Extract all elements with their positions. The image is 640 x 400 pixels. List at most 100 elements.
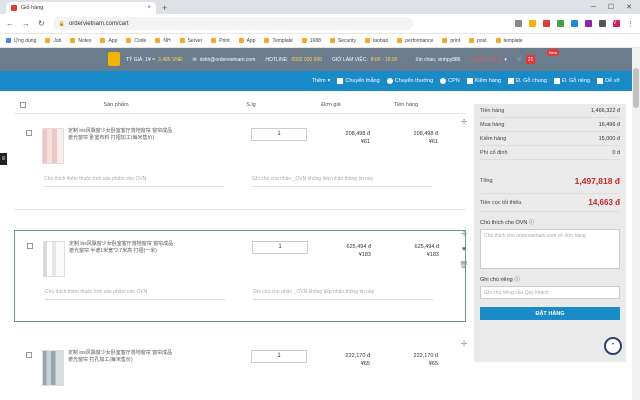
browser-tab-bar: Giỏ hàng × + ─ ☐ ✕ xyxy=(0,0,640,14)
bookmark-item[interactable]: Job xyxy=(45,38,61,44)
back-icon[interactable]: ← xyxy=(6,19,14,28)
reload-icon[interactable]: ↻ xyxy=(38,19,45,28)
cart-link[interactable]: 🛒 21 xyxy=(517,55,536,64)
site-logo[interactable] xyxy=(108,52,120,66)
bookmark-item[interactable]: Template xyxy=(264,38,293,44)
account-balance[interactable]: -12,667,722 đ ▾ xyxy=(470,57,506,63)
shipping-option[interactable]: CPN xyxy=(440,78,460,84)
bookmark-label: Print xyxy=(219,37,230,44)
shipping-option[interactable]: Kiểm hàng xyxy=(466,78,502,84)
seller-note-field[interactable]: Ghi chú cho nhân _OVN không tiếp nhận th… xyxy=(253,289,433,300)
line-total: 222,170 đ ¥65 xyxy=(413,353,438,367)
line-total: 208,498 đ ¥61 xyxy=(413,131,438,145)
quantity-input[interactable]: 1 xyxy=(252,241,308,254)
avatar[interactable]: V xyxy=(613,20,620,27)
expand-icon[interactable]: ✢ xyxy=(461,230,467,238)
private-note-input[interactable]: Ghi chú riêng của Quý khách xyxy=(480,286,620,299)
bookmark-item[interactable]: Notes xyxy=(70,38,91,44)
add-dropdown[interactable]: Thêm ▾ xyxy=(312,78,331,84)
close-window-icon[interactable]: ✕ xyxy=(626,3,632,11)
bookmark-item[interactable]: performance xyxy=(397,38,433,44)
side-menu-toggle[interactable]: ≡ xyxy=(0,153,7,165)
checkbox[interactable] xyxy=(508,78,515,84)
bookmark-item[interactable]: 1688 xyxy=(301,38,321,44)
user-greeting[interactable]: Xin chào, vinhpy886 xyxy=(415,57,460,63)
browser-tab[interactable]: Giỏ hàng × xyxy=(6,2,156,14)
bookmark-item[interactable]: Code xyxy=(126,38,146,44)
bookmark-item[interactable]: Server xyxy=(179,38,202,44)
page-scrollbar[interactable] xyxy=(632,48,640,400)
bookmark-item[interactable]: Security xyxy=(329,38,356,44)
col-total: Tiền hàng xyxy=(393,101,419,108)
product-image[interactable] xyxy=(42,350,64,386)
bookmark-item[interactable]: App xyxy=(100,38,117,44)
scrollbar-thumb[interactable] xyxy=(633,68,639,108)
quantity-input[interactable]: 1 xyxy=(251,350,307,363)
option-label: Dễ vỡ xyxy=(605,78,620,84)
bookmark-item[interactable]: post xyxy=(469,38,487,44)
checkbox[interactable] xyxy=(553,78,560,84)
url-bar[interactable]: 🔒 ordervietnam.com/cart xyxy=(52,17,413,30)
extension-icon[interactable] xyxy=(543,20,550,27)
shipping-option[interactable]: Đ. Gỗ chung xyxy=(508,78,547,84)
product-name[interactable]: 定制 ins风飘窗少女卧室客厅落地窗帘 窗帘成品 遮光窗帘 半遮1米宽*2.7米… xyxy=(69,241,179,255)
heart-icon[interactable]: ♥ xyxy=(462,246,466,253)
checkbox[interactable] xyxy=(337,78,344,84)
bookmark-item[interactable]: App xyxy=(238,38,255,44)
row-checkbox[interactable] xyxy=(27,243,33,249)
checkbox[interactable] xyxy=(597,78,604,84)
expand-icon[interactable]: ✢ xyxy=(461,340,467,348)
new-tab-button[interactable]: + xyxy=(162,2,167,14)
extension-icon[interactable] xyxy=(557,20,564,27)
expand-icon[interactable]: ✢ xyxy=(461,118,467,126)
shipping-option[interactable]: Chuyển thường xyxy=(386,78,433,84)
forward-icon[interactable]: → xyxy=(22,19,30,28)
close-tab-icon[interactable]: × xyxy=(147,5,151,11)
folder-icon xyxy=(264,38,270,43)
product-image[interactable] xyxy=(42,128,64,164)
bookmark-label: NH xyxy=(163,37,171,44)
shipping-option[interactable]: Đ. Gỗ riêng xyxy=(553,78,590,84)
folder-icon xyxy=(469,38,475,43)
bookmark-item[interactable]: NH xyxy=(155,37,171,44)
trash-icon[interactable]: 🗑 xyxy=(460,261,469,269)
radio-button[interactable] xyxy=(440,78,447,84)
folder-icon xyxy=(70,38,76,43)
quantity-input[interactable]: 1 xyxy=(251,128,307,141)
product-name[interactable]: 定制 ins风飘窗少女卧室客厅落地窗帘 窗帘成品 遮光窗帘 卧室布料 打褶加工(… xyxy=(68,128,178,142)
bookmark-item[interactable]: Print xyxy=(211,37,230,44)
place-order-button[interactable]: ĐẶT HÀNG xyxy=(480,307,620,320)
extension-icon[interactable] xyxy=(571,20,578,27)
scroll-top-button[interactable]: ⌃ xyxy=(604,337,622,355)
bookmark-item[interactable]: Ứng dụng xyxy=(6,38,36,44)
cart-count: 21 xyxy=(526,55,536,64)
share-icon[interactable] xyxy=(515,20,522,27)
shipping-option[interactable]: Dễ vỡ xyxy=(597,78,620,84)
ovn-note-textarea[interactable]: Chú thích cho ordervietnam.com về đơn hà… xyxy=(480,229,620,269)
product-name[interactable]: 定制 ins风飘窗少女卧室客厅落地窗帘 窗帘成品 遮光窗帘 打孔加工(每米售价) xyxy=(68,350,178,364)
bookmark-label: App xyxy=(108,37,118,44)
maximize-icon[interactable]: ☐ xyxy=(608,3,614,11)
bookmark-item[interactable]: print xyxy=(442,38,460,44)
star-icon[interactable] xyxy=(529,20,536,27)
bookmark-item[interactable]: taobao xyxy=(364,38,388,44)
shipping-option[interactable]: Chuyển thẳng xyxy=(337,78,380,84)
seller-note-field[interactable]: Ghi chú cho nhân _OVN không tiếp nhận th… xyxy=(252,176,432,187)
row-checkbox[interactable] xyxy=(26,352,32,358)
checkbox[interactable] xyxy=(466,78,473,84)
folder-icon xyxy=(301,38,307,43)
menu-icon[interactable]: ⋮ xyxy=(627,20,634,28)
minimize-icon[interactable]: ─ xyxy=(591,4,596,11)
bookmark-item[interactable]: template xyxy=(495,38,523,44)
email: ✉ dxkh@ordervietnam.com xyxy=(192,56,256,63)
extensions: V ⋮ xyxy=(515,20,634,28)
ovn-note-field[interactable]: Chú thích thêm thuộc tính sản phẩm cho O… xyxy=(45,289,225,300)
checkbox[interactable] xyxy=(386,78,393,84)
option-label: Kiểm hàng xyxy=(474,78,502,84)
row-actions: ✢ ♥ 🗑 xyxy=(459,230,469,269)
ovn-note-field[interactable]: Chú thích thêm thuộc tính sản phẩm cho O… xyxy=(44,176,224,187)
product-image[interactable] xyxy=(43,241,65,277)
row-checkbox[interactable] xyxy=(26,130,32,136)
puzzle-icon[interactable] xyxy=(599,20,606,27)
extension-icon[interactable] xyxy=(585,20,592,27)
